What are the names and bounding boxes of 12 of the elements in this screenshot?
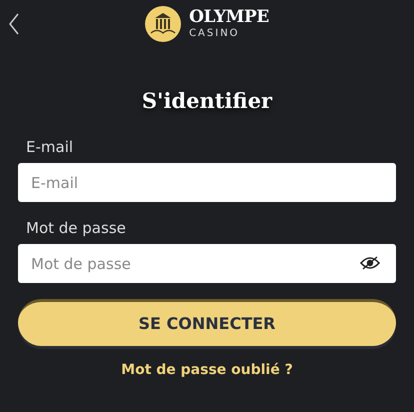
temple-logo-icon	[145, 6, 182, 42]
back-icon[interactable]	[8, 13, 20, 35]
page-title: S'identifier	[140, 87, 274, 115]
eye-icon[interactable]	[360, 256, 380, 270]
logo-subtitle: CASINO	[189, 29, 241, 39]
login-button[interactable]: SE CONNECTER	[18, 299, 396, 346]
password-field[interactable]: Mot de passe	[18, 244, 396, 283]
field-label: E-mail	[26, 137, 74, 157]
forgot-password-link[interactable]: Mot de passe oublié ?	[121, 360, 293, 381]
field-label: Mot de passe	[26, 218, 127, 238]
logo-name: OLYMPE	[189, 9, 269, 26]
email-field[interactable]: E-mail	[18, 163, 396, 202]
